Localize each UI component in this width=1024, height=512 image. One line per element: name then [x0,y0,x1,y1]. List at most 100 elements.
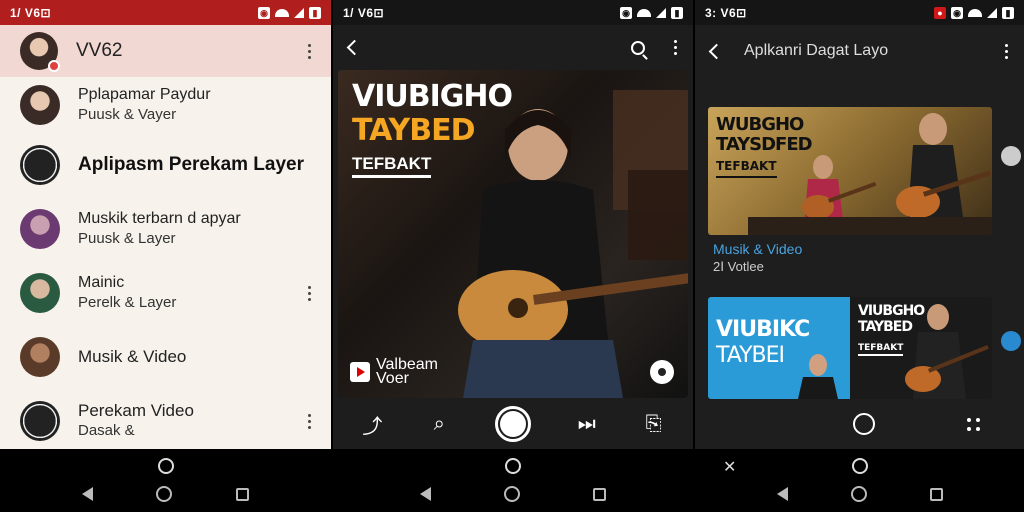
item-title: Muskik terbarn d apyar [78,210,241,227]
panel-video-list: 3: V6⊡ ● ◉ ▮ Aplkanri Dagat Layo WUBGHO [695,0,1024,512]
assistant-icon[interactable] [505,458,521,474]
avatar [20,32,60,72]
panel-video-player: 1/ V6⊡ ◉ ▮ VIUBIGHO TAYBED TEFBAKT Valbe… [333,0,693,512]
emoji-icon[interactable] [1001,146,1021,166]
wifi-icon [275,8,289,17]
player-toolbar [333,25,693,70]
recents-icon[interactable] [236,487,250,501]
item-subtitle: Dasak & [78,422,135,439]
list-item[interactable]: Pplapamar Paydur Puusk & Vayer [0,77,331,133]
card-title-line3: TEFBAKT [716,156,777,178]
recents-icon[interactable] [593,487,607,501]
item-title: Pplapamar Paydur [78,86,211,103]
list-item[interactable]: Mainic Perelk & Layer [0,261,331,325]
wifi-icon [637,8,651,17]
item-title: Musik & Video [78,347,187,366]
back-icon[interactable] [708,43,725,59]
close-icon[interactable]: ✕ [723,457,736,477]
list-item[interactable]: Musik & Video [0,325,331,389]
video-title-overlay: VIUBIGHO TAYBED TEFBAKT [352,80,513,182]
alarm-icon: ◉ [620,6,632,19]
back-icon[interactable] [419,487,431,501]
record-indicator-icon: ● [934,6,946,19]
wifi-icon [968,8,982,17]
battery-icon: ▮ [671,6,683,19]
status-time: 1/ V6⊡ [10,5,52,20]
item-subtitle: Perelk & Layer [78,294,177,311]
assistant-icon[interactable] [851,458,868,474]
more-options-icon[interactable] [307,43,311,59]
header-title: VV62 [76,40,123,61]
alarm-icon: ◉ [951,6,963,19]
back-icon[interactable] [776,487,788,501]
search-icon[interactable] [631,40,645,55]
video-title-line2: TAYBED [352,113,475,148]
card-title-line1: WUBGHO [716,114,804,135]
list-toolbar: Aplkanri Dagat Layo [695,25,1024,77]
video-card[interactable]: VIUBIKC TAYBEI VIUBGHO TAYBED TEFBAKT [708,297,992,399]
avatar [20,273,60,313]
card-category[interactable]: Musik & Video [713,241,802,258]
list-controls [695,400,1024,448]
home-icon[interactable] [156,486,173,502]
recents-icon[interactable] [929,487,943,501]
brand-line2: Voer [376,370,409,387]
battery-icon: ▮ [309,6,321,19]
search-icon[interactable]: ⌕ [428,413,450,435]
card-title-line2: TAYSDFED [716,134,813,155]
list-item[interactable]: Perekam Video Dasak & [0,389,331,453]
item-subtitle: Puusk & Vayer [78,106,177,123]
grid-icon[interactable] [967,417,980,431]
panel-contacts: 1/ V6⊡ ◉ ▮ VV62 Pplapamar Paydur Puusk &… [0,0,331,512]
page-title: Aplkanri Dagat Layo [744,42,889,59]
item-subtitle: Puusk & Layer [78,230,176,247]
video-card[interactable]: WUBGHO TAYSDFED TEFBAKT [708,107,992,235]
record-button[interactable] [853,413,875,435]
signal-icon [294,7,304,18]
battery-icon: ▮ [1002,6,1014,19]
more-options-icon[interactable] [307,285,311,301]
item-title: Aplipasm Perekam Layer [78,154,305,175]
list-item[interactable]: Aplipasm Perekam Layer [0,133,331,197]
card-artwork [798,304,989,399]
item-title: Perekam Video [78,401,194,420]
video-thumbnail[interactable]: VIUBIGHO TAYBED TEFBAKT Valbeam Voer [338,70,688,398]
home-icon[interactable] [850,486,867,502]
more-options-icon[interactable] [673,40,677,55]
play-logo-icon [350,362,370,382]
avatar [20,209,60,249]
more-options-icon[interactable] [1004,43,1008,59]
player-controls: ⤴ ⌕ ⏭ ⎘ [333,400,693,448]
back-icon[interactable] [81,487,93,501]
skip-next-icon[interactable]: ⏭ [576,413,598,435]
record-button[interactable] [494,406,531,442]
avatar [20,85,60,125]
avatar [20,337,60,377]
selected-conversation-header[interactable]: VV62 [0,25,331,77]
share-icon[interactable]: ⤴ [361,413,383,438]
assistant-icon[interactable] [157,458,174,474]
more-options-icon[interactable] [307,413,311,429]
clipboard-icon[interactable]: ⎘ [643,413,665,435]
status-bar: 3: V6⊡ ● ◉ ▮ [695,0,1024,25]
system-nav-bar [333,449,693,512]
status-dot-icon [48,60,60,72]
status-bar: 1/ V6⊡ ◉ ▮ [333,0,693,25]
back-icon[interactable] [346,39,363,56]
list-item[interactable]: Muskik terbarn d apyar Puusk & Layer [0,197,331,261]
info-icon[interactable] [1001,331,1021,351]
item-title: Mainic [78,274,125,291]
card-meta: Musik & Video 2Ⅰ Votlee [713,241,802,275]
conversation-list: Pplapamar Paydur Puusk & Vayer Aplipasm … [0,77,331,453]
signal-icon [987,7,997,18]
status-bar: 1/ V6⊡ ◉ ▮ [0,0,331,25]
system-nav-bar [0,449,331,512]
system-nav-bar: ✕ [695,449,1024,512]
home-icon[interactable] [503,486,520,502]
status-time: 1/ V6⊡ [343,5,385,20]
alarm-icon: ◉ [258,6,270,19]
app-logo-icon [20,401,60,441]
video-title-line3: TEFBAKT [352,153,432,178]
signal-icon [656,7,666,18]
comment-icon[interactable] [650,360,674,384]
